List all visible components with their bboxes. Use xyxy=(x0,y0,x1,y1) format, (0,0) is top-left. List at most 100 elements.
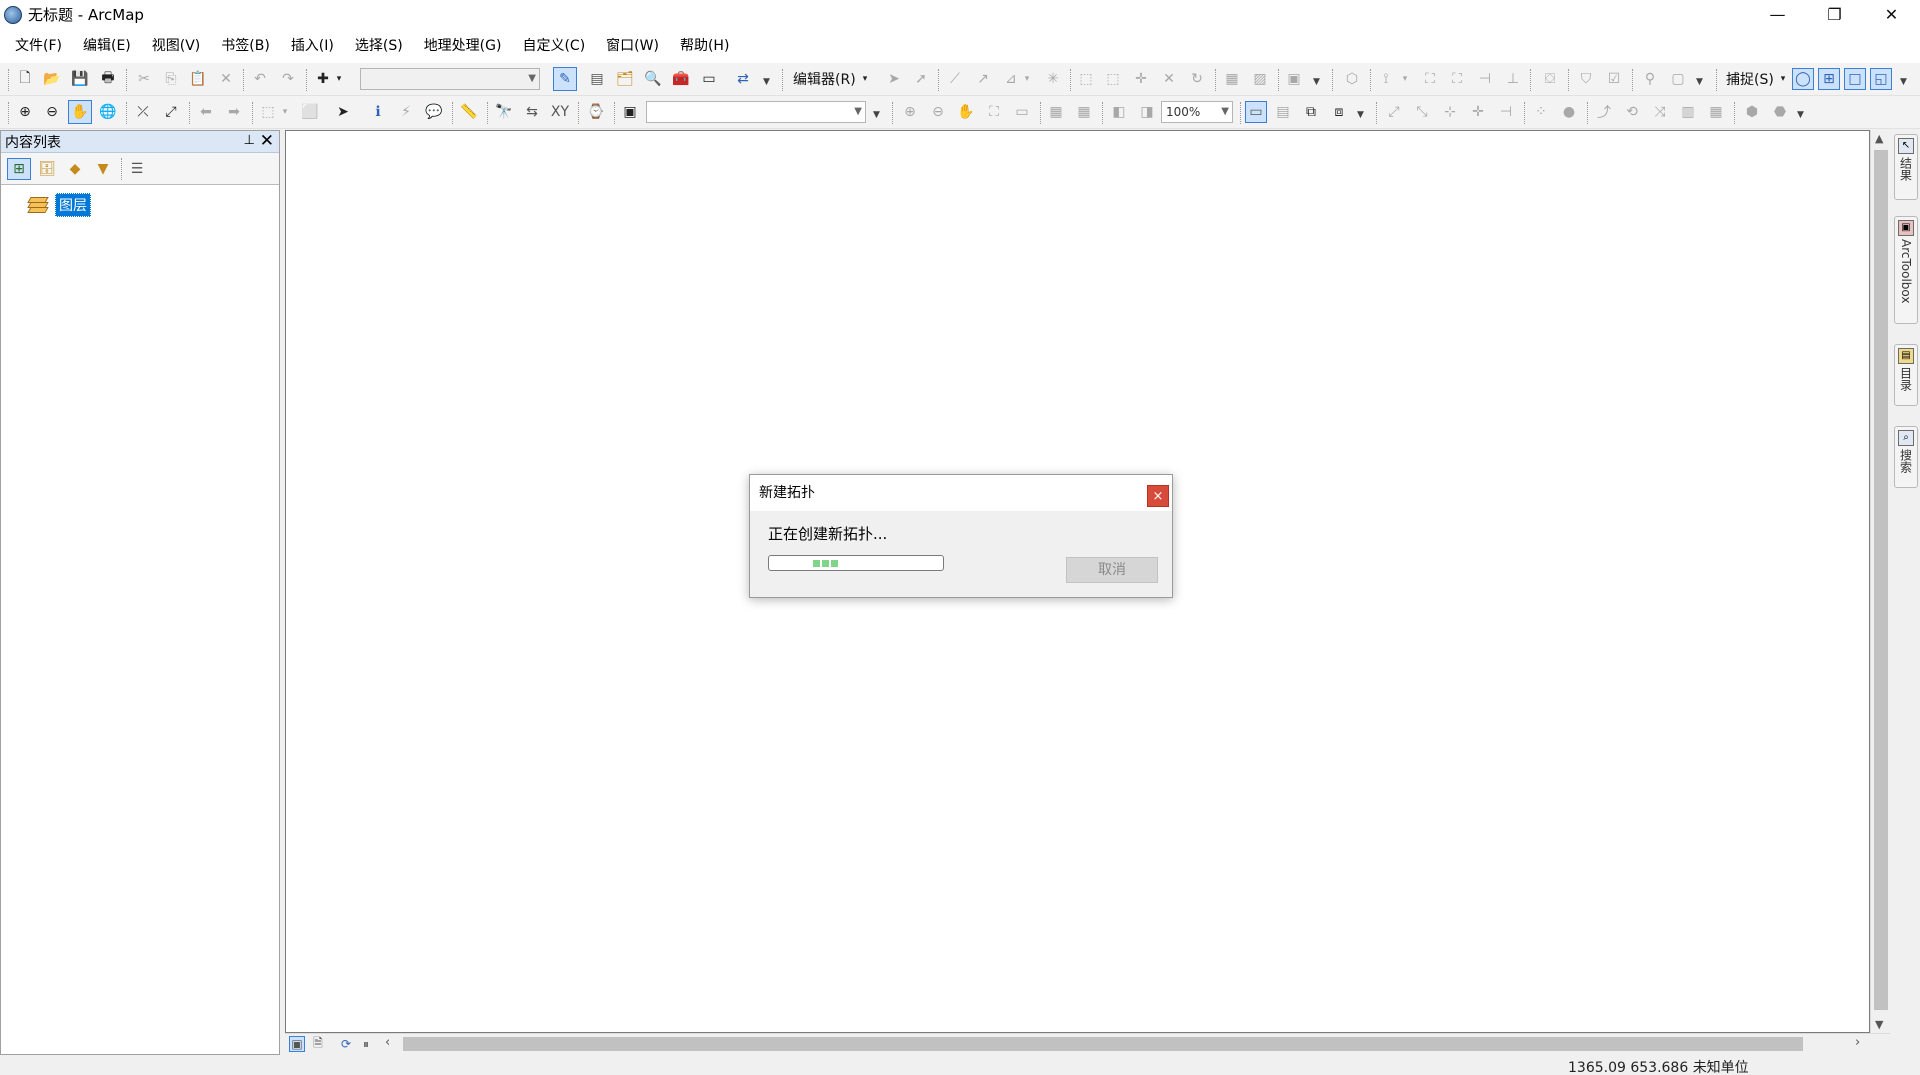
dock-tab-search[interactable]: ⌕ 搜索 xyxy=(1894,426,1918,488)
vertical-scrollbar[interactable]: ▲ ▼ xyxy=(1870,130,1890,1033)
table-of-contents-icon[interactable]: ▤ xyxy=(587,69,607,89)
cut-polygons-icon[interactable]: ✛ xyxy=(1131,69,1151,89)
fix-topology-error-icon[interactable]: ⛉ xyxy=(1576,69,1596,89)
model-builder-icon[interactable]: ⇄ xyxy=(733,69,753,89)
attribute-transfer-icon[interactable]: ⬢ xyxy=(1742,102,1762,122)
menu-edit[interactable]: 编辑(E) xyxy=(76,29,138,63)
toggle-draft-mode-icon[interactable]: ▭ xyxy=(1245,101,1267,123)
scale-combo[interactable]: ▼ xyxy=(360,68,540,90)
horizontal-scroll-thumb[interactable] xyxy=(403,1037,1803,1051)
change-layout-icon[interactable]: ⧉ xyxy=(1301,102,1321,122)
topology-options-icon[interactable]: ▢ xyxy=(1668,69,1688,89)
edit-annotation-icon[interactable]: ➚ xyxy=(911,69,931,89)
redo-icon[interactable]: ↷ xyxy=(278,69,298,89)
print-icon[interactable]: 🖶 xyxy=(98,69,118,89)
topology-edit-icon[interactable]: ⛶ xyxy=(1420,69,1440,89)
menu-file[interactable]: 文件(F) xyxy=(8,29,69,63)
scroll-up-icon[interactable]: ▲ xyxy=(1875,132,1883,145)
layout-zoom-in-icon[interactable]: ⊕ xyxy=(900,102,920,122)
cancel-button[interactable]: 取消 xyxy=(1066,557,1158,583)
modify-link-icon[interactable]: ⟲ xyxy=(1622,102,1642,122)
refresh-icon[interactable]: ⟳ xyxy=(337,1034,355,1054)
editor-menu-button[interactable]: 编辑器(R) xyxy=(793,69,856,91)
go-forward-icon[interactable]: ➡ xyxy=(224,102,244,122)
vertex-snapping-icon[interactable]: □ xyxy=(1844,68,1866,90)
select-elements-icon[interactable]: ➤ xyxy=(333,102,353,122)
error-details-icon[interactable]: ⚲ xyxy=(1640,69,1660,89)
view-link-table-icon[interactable]: ✛ xyxy=(1468,102,1488,122)
chevron-down-icon[interactable]: ▾ xyxy=(1022,69,1032,89)
menu-geoprocessing[interactable]: 地理处理(G) xyxy=(417,29,509,63)
fixed-zoom-in-layout-icon[interactable]: ▦ xyxy=(1046,102,1066,122)
end-point-arc-icon[interactable]: ↗ xyxy=(973,69,993,89)
validate-topology-icon[interactable]: ⛋ xyxy=(1540,69,1560,89)
measure-icon[interactable]: 📏 xyxy=(459,102,479,122)
layer-name-label[interactable]: 图层 xyxy=(55,193,91,217)
multi-displacement-icon[interactable]: ⤨ xyxy=(1650,102,1670,122)
pin-icon[interactable]: ⊥ xyxy=(244,133,255,148)
create-features-icon[interactable]: ▣ xyxy=(1284,69,1304,89)
trace-icon[interactable]: ⊿ xyxy=(1001,69,1021,89)
layout-view-icon[interactable]: 🗎 xyxy=(309,1034,327,1054)
toolbar-overflow-icon[interactable]: ▼ xyxy=(1797,110,1804,120)
delete-icon[interactable]: ✕ xyxy=(216,69,236,89)
layout-zoom-out-icon[interactable]: ⊖ xyxy=(928,102,948,122)
zoom-level-combo[interactable]: 100% ▼ xyxy=(1161,101,1233,123)
generalize-icon[interactable]: ⊥ xyxy=(1503,69,1523,89)
layout-forward-icon[interactable]: ◨ xyxy=(1137,102,1157,122)
zoom-whole-page-icon[interactable]: ⛶ xyxy=(984,102,1004,122)
fixed-zoom-out-layout-icon[interactable]: ▦ xyxy=(1074,102,1094,122)
rotate-icon[interactable]: ↻ xyxy=(1187,69,1207,89)
toolbar-overflow-icon[interactable]: ▼ xyxy=(1696,77,1703,87)
find-route-icon[interactable]: ⇆ xyxy=(522,102,542,122)
dock-tab-arctoolbox[interactable]: ▣ ArcToolbox xyxy=(1894,216,1918,324)
fixed-zoom-in-icon[interactable]: ⤫ xyxy=(133,102,153,122)
python-window-icon[interactable]: ▭ xyxy=(699,69,719,89)
pan-icon[interactable]: ✋ xyxy=(68,100,92,124)
open-folder-icon[interactable]: 📂 xyxy=(42,69,62,89)
point-snapping-icon[interactable]: ◯ xyxy=(1792,68,1814,90)
menu-view[interactable]: 视图(V) xyxy=(145,29,208,63)
menu-selection[interactable]: 选择(S) xyxy=(348,29,410,63)
split-icon[interactable]: ✕ xyxy=(1159,69,1179,89)
close-button[interactable]: ✕ xyxy=(1863,0,1920,29)
chevron-down-icon[interactable]: ▾ xyxy=(860,69,870,89)
edit-vertices-icon[interactable]: ⬚ xyxy=(1076,69,1096,89)
dock-tab-results[interactable]: ↖ 结果 xyxy=(1894,134,1918,200)
spatial-adjust-icon[interactable]: ⁘ xyxy=(1531,102,1551,122)
menu-windows[interactable]: 窗口(W) xyxy=(599,29,666,63)
straight-segment-icon[interactable]: ⟋ xyxy=(945,69,965,89)
layout-back-icon[interactable]: ◧ xyxy=(1109,102,1129,122)
topology-icon[interactable]: ⬡ xyxy=(1342,69,1362,89)
search-window-icon[interactable]: 🔍 xyxy=(643,69,663,89)
pause-drawing-icon[interactable]: ⏸ xyxy=(357,1034,375,1054)
error-inspector-icon[interactable]: ☑ xyxy=(1604,69,1624,89)
cut-icon[interactable]: ✂ xyxy=(134,69,154,89)
toolbar-overflow-icon[interactable]: ▼ xyxy=(1313,77,1320,87)
vertical-scroll-thumb[interactable] xyxy=(1874,150,1888,1010)
list-by-source-icon[interactable]: 🗄 xyxy=(37,159,57,179)
show-shared-features-icon[interactable]: ⛶ xyxy=(1447,69,1467,89)
scroll-left-icon[interactable]: ‹ xyxy=(385,1035,390,1050)
new-document-icon[interactable]: 🗋 xyxy=(15,69,35,89)
close-icon[interactable]: ✕ xyxy=(260,131,274,151)
chevron-down-icon[interactable]: ▾ xyxy=(1778,69,1788,89)
georef-rotate-icon[interactable]: ⤢ xyxy=(1384,102,1404,122)
zoom-100-percent-icon[interactable]: ▭ xyxy=(1012,102,1032,122)
create-viewer-window-icon[interactable]: ▣ xyxy=(620,102,640,122)
edge-snapping-icon[interactable]: ◱ xyxy=(1870,68,1892,90)
dock-tab-catalog[interactable]: ▤ 目录 xyxy=(1894,344,1918,406)
menu-insert[interactable]: 插入(I) xyxy=(284,29,341,63)
editor-toolbar-icon[interactable]: ✎ xyxy=(553,67,577,91)
restore-button[interactable]: ❐ xyxy=(1806,0,1863,29)
identify-icon[interactable]: ℹ xyxy=(368,102,388,122)
toolbar-overflow-icon[interactable]: ▼ xyxy=(763,77,770,87)
edge-match-icon[interactable]: ⬣ xyxy=(1770,102,1790,122)
toolbar-overflow-icon[interactable]: ▼ xyxy=(873,110,880,120)
toolbar-overflow-icon[interactable]: ▼ xyxy=(1900,77,1907,87)
html-popup-icon[interactable]: 💬 xyxy=(424,102,444,122)
menu-bookmarks[interactable]: 书签(B) xyxy=(214,29,277,63)
scroll-right-icon[interactable]: › xyxy=(1855,1035,1860,1050)
toolbar-overflow-icon[interactable]: ▼ xyxy=(1357,110,1364,120)
copy-icon[interactable]: ⎘ xyxy=(161,69,181,89)
